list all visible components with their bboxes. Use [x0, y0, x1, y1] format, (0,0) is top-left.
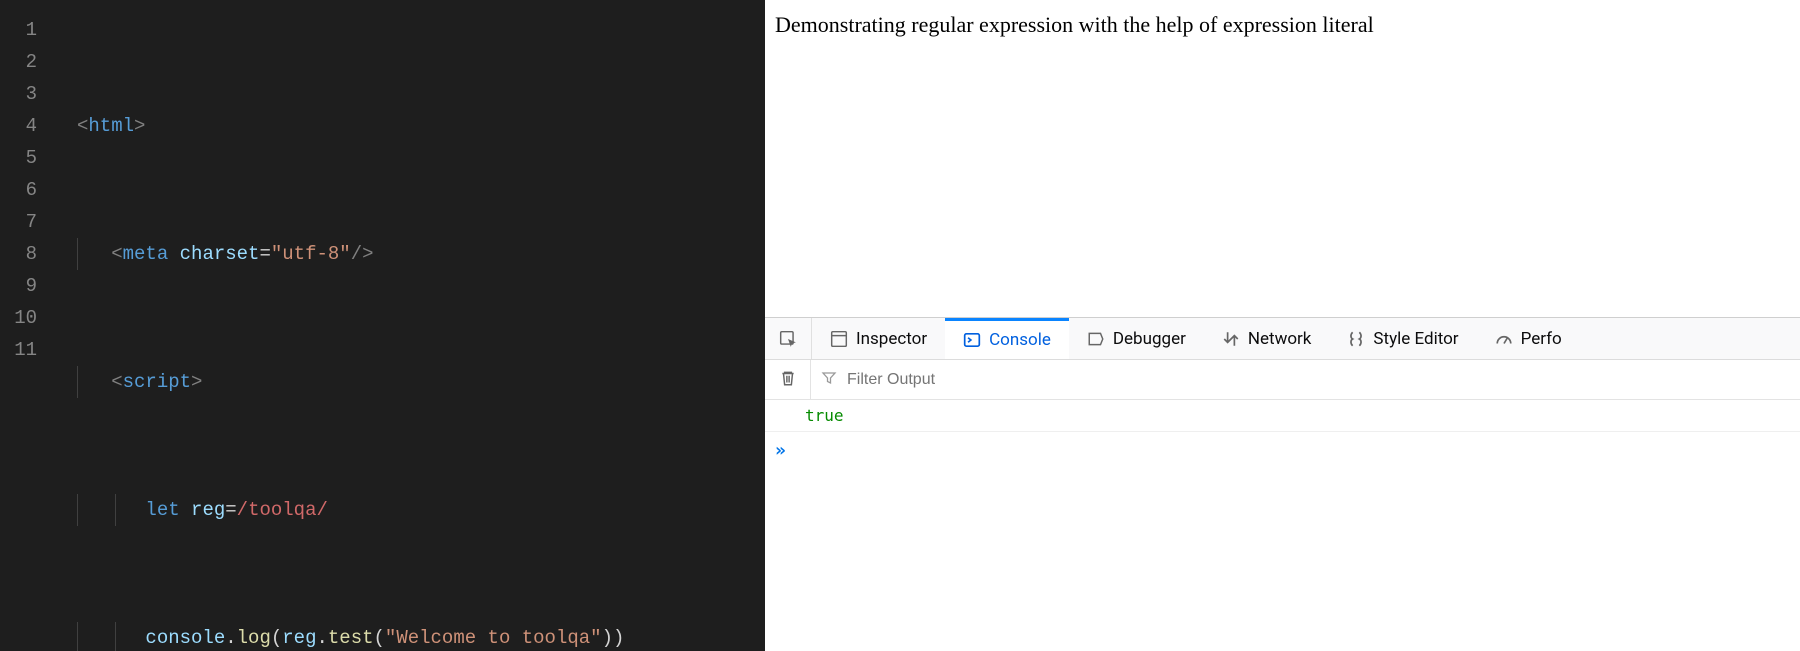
- tag-script-open: script: [123, 371, 191, 393]
- line-number: 6: [0, 174, 55, 206]
- code-line[interactable]: <html>: [55, 110, 693, 142]
- attr-charset: charset: [180, 243, 260, 265]
- tab-console[interactable]: Console: [945, 318, 1069, 359]
- string-arg: "Welcome to toolqa": [385, 627, 602, 649]
- console-log-value: true: [805, 406, 844, 425]
- line-number: 2: [0, 46, 55, 78]
- line-number: 8: [0, 238, 55, 270]
- tab-debugger[interactable]: Debugger: [1069, 318, 1204, 359]
- line-number: 3: [0, 78, 55, 110]
- keyword-let: let: [145, 499, 179, 521]
- tab-label: Debugger: [1113, 329, 1186, 349]
- tab-label: Console: [989, 330, 1051, 350]
- line-number: 5: [0, 142, 55, 174]
- tab-label: Inspector: [856, 329, 927, 349]
- line-number: 11: [0, 334, 55, 366]
- tab-inspector[interactable]: Inspector: [812, 318, 945, 359]
- console-toolbar: [765, 360, 1800, 400]
- code-line[interactable]: console.log(reg.test("Welcome to toolqa"…: [55, 622, 693, 651]
- line-number: 9: [0, 270, 55, 302]
- performance-icon: [1495, 330, 1513, 348]
- line-number-gutter: 1 2 3 4 5 6 7 8 9 10 11: [0, 0, 55, 651]
- tab-network[interactable]: Network: [1204, 318, 1330, 359]
- browser-pane: Demonstrating regular expression with th…: [765, 0, 1800, 651]
- code-area[interactable]: <html> <meta charset="utf-8"/> <script> …: [55, 0, 693, 651]
- devtools-panel: Inspector Console Debugger Network: [765, 317, 1800, 651]
- tag-meta: meta: [123, 243, 169, 265]
- code-line[interactable]: <script>: [55, 366, 693, 398]
- line-number: 10: [0, 302, 55, 334]
- console-prompt[interactable]: »: [765, 432, 1800, 469]
- rendered-page: Demonstrating regular expression with th…: [765, 0, 1800, 317]
- tab-label: Style Editor: [1373, 329, 1458, 349]
- console-output: true »: [765, 400, 1800, 469]
- tab-performance[interactable]: Perfo: [1477, 318, 1580, 359]
- code-editor[interactable]: 1 2 3 4 5 6 7 8 9 10 11 <html> <meta cha…: [0, 0, 765, 651]
- debugger-icon: [1087, 330, 1105, 348]
- style-editor-icon: [1347, 330, 1365, 348]
- page-body-text: Demonstrating regular expression with th…: [775, 12, 1374, 37]
- fn-log: log: [237, 627, 271, 649]
- tab-style-editor[interactable]: Style Editor: [1329, 318, 1476, 359]
- regex-literal: /toolqa/: [237, 499, 328, 521]
- line-number: 7: [0, 206, 55, 238]
- clear-console-button[interactable]: [765, 360, 811, 399]
- tag-html: html: [88, 115, 134, 137]
- code-line[interactable]: <meta charset="utf-8"/>: [55, 238, 693, 270]
- tab-label: Perfo: [1521, 329, 1562, 349]
- network-icon: [1222, 330, 1240, 348]
- console-log-entry[interactable]: true: [765, 400, 1800, 432]
- devtools-tab-bar: Inspector Console Debugger Network: [765, 318, 1800, 360]
- attr-charset-value: "utf-8": [271, 243, 351, 265]
- prompt-icon: »: [775, 440, 786, 461]
- var-reg: reg: [191, 499, 225, 521]
- code-line[interactable]: let reg=/toolqa/: [55, 494, 693, 526]
- line-number: 4: [0, 110, 55, 142]
- filter-output-input[interactable]: [811, 360, 1800, 399]
- identifier-console: console: [145, 627, 225, 649]
- fn-test: test: [328, 627, 374, 649]
- inspector-icon: [830, 330, 848, 348]
- line-number: 1: [0, 14, 55, 46]
- trash-icon: [779, 369, 797, 391]
- console-icon: [963, 331, 981, 349]
- pick-element-icon: [779, 330, 797, 348]
- tab-label: Network: [1248, 329, 1312, 349]
- pick-element-button[interactable]: [765, 318, 812, 359]
